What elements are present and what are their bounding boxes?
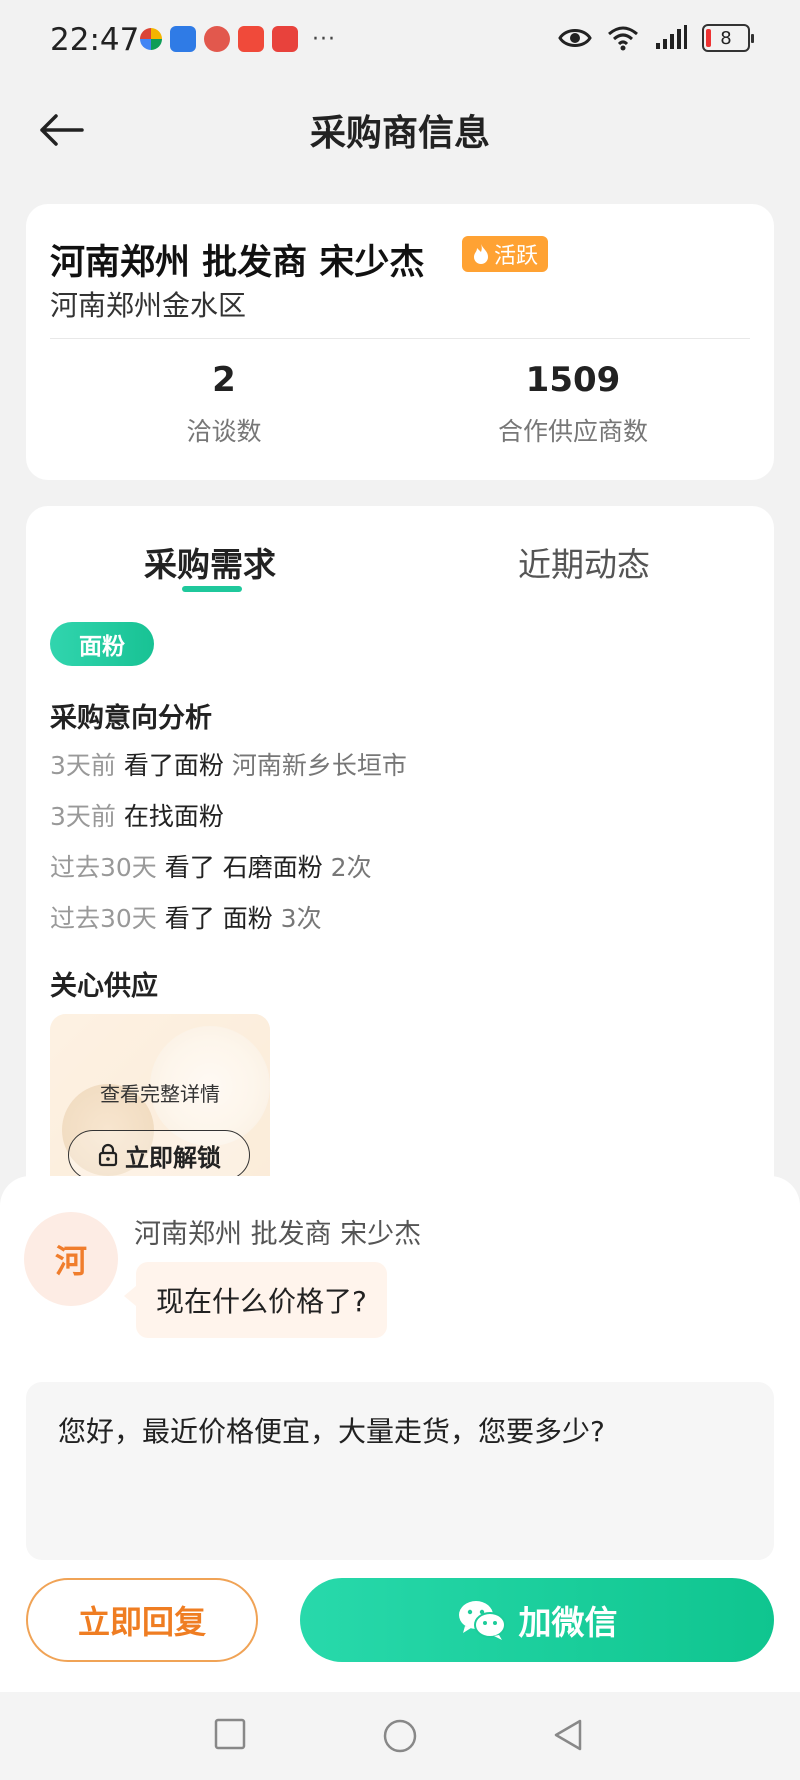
- stat-value: 2: [212, 360, 236, 400]
- add-wechat-label: 加微信: [518, 1603, 618, 1642]
- tab-recent-activity[interactable]: 近期动态: [518, 538, 650, 586]
- reply-input[interactable]: 您好，最近价格便宜，大量走货，您要多少?: [26, 1382, 774, 1560]
- message-sheet: 河 河南郑州 批发商 宋少杰 现在什么价格了? 您好，最近价格便宜，大量走货，您…: [0, 1176, 800, 1696]
- buyer-info-card: 河南郑州 批发商 宋少杰 活跃 河南郑州金水区 2 洽谈数 1509 合作供应商…: [26, 204, 774, 480]
- intent-action: 在找面粉: [123, 802, 224, 831]
- lock-icon: [98, 1143, 118, 1167]
- notification-icons: ···: [140, 26, 336, 52]
- stat-label: 合作供应商数: [497, 417, 648, 446]
- intent-extra: 河南新乡长垣市: [231, 751, 407, 780]
- intent-action: 看了 面粉: [164, 904, 273, 933]
- stat-suppliers: 1509 合作供应商数: [423, 360, 723, 448]
- tab-purchase-demand[interactable]: 采购需求: [144, 538, 276, 586]
- demand-card: 采购需求 近期动态 面粉 采购意向分析 3天前 看了面粉 河南新乡长垣市 3天前…: [26, 506, 774, 1226]
- intent-time: 过去30天: [50, 904, 157, 933]
- signal-icon: [656, 25, 687, 49]
- intent-time: 过去30天: [50, 853, 157, 882]
- add-wechat-button[interactable]: 加微信: [300, 1578, 774, 1662]
- intent-item: 3天前 看了面粉 河南新乡长垣市: [50, 746, 407, 782]
- product-tag[interactable]: 面粉: [50, 622, 154, 666]
- stat-value: 1509: [525, 360, 621, 400]
- buyer-address: 河南郑州金水区: [50, 289, 247, 322]
- intent-action: 看了面粉: [123, 751, 224, 780]
- divider: [50, 338, 750, 339]
- home-icon[interactable]: [382, 1718, 418, 1754]
- activity-badge: 活跃: [462, 236, 549, 272]
- intent-item: 3天前 在找面粉: [50, 797, 224, 833]
- back-nav-icon[interactable]: [552, 1718, 584, 1752]
- eye-icon: [558, 29, 592, 47]
- system-indicators: 8: [558, 24, 754, 52]
- wifi-icon: [608, 26, 638, 51]
- header: 采购商信息: [0, 80, 800, 180]
- app-notification-icon: [238, 26, 264, 52]
- intent-item: 过去30天 看了 面粉 3次: [50, 899, 322, 935]
- app-notification-icon: [170, 26, 196, 52]
- reply-draft-text: 您好，最近价格便宜，大量走货，您要多少?: [58, 1415, 605, 1448]
- intent-time: 3天前: [50, 802, 116, 831]
- unlock-button-label: 立即解锁: [125, 1143, 221, 1172]
- message-bubble: 现在什么价格了?: [124, 1262, 387, 1338]
- status-bar: 22:47 ··· 8: [0, 0, 800, 80]
- app-notification-icon: [140, 28, 162, 50]
- battery-indicator: 8: [702, 24, 754, 52]
- intent-time: 3天前: [50, 751, 116, 780]
- page-title: 采购商信息: [309, 113, 490, 154]
- intent-analysis-title: 采购意向分析: [50, 703, 212, 734]
- unlock-button[interactable]: 立即解锁: [68, 1130, 250, 1180]
- app-notification-icon: [204, 26, 230, 52]
- wechat-icon: [458, 1601, 506, 1640]
- stat-negotiations: 2 洽谈数: [74, 360, 374, 448]
- message-text: 现在什么价格了?: [156, 1285, 367, 1318]
- intent-extra: 3次: [280, 904, 322, 933]
- buyer-name: 河南郑州 批发商 宋少杰: [50, 243, 425, 283]
- battery-level: 8: [720, 27, 732, 49]
- see-details-label: 查看完整详情: [100, 1082, 220, 1106]
- avatar: 河: [24, 1212, 118, 1306]
- fire-icon: [474, 244, 488, 264]
- recent-apps-icon[interactable]: [214, 1718, 246, 1750]
- activity-badge-label: 活跃: [494, 244, 539, 269]
- intent-extra: 2次: [330, 853, 372, 882]
- system-navigation-bar: [0, 1692, 800, 1780]
- intent-action: 看了 石磨面粉: [164, 853, 323, 882]
- status-time: 22:47: [50, 22, 140, 58]
- stat-label: 洽谈数: [186, 417, 262, 446]
- supply-interest-title: 关心供应: [50, 971, 158, 1002]
- active-tab-indicator: [182, 586, 242, 592]
- app-notification-icon: [272, 26, 298, 52]
- more-notifications-icon: ···: [312, 26, 336, 52]
- sender-name: 河南郑州 批发商 宋少杰: [134, 1219, 422, 1250]
- reply-now-button[interactable]: 立即回复: [26, 1578, 258, 1662]
- intent-item: 过去30天 看了 石磨面粉 2次: [50, 848, 372, 884]
